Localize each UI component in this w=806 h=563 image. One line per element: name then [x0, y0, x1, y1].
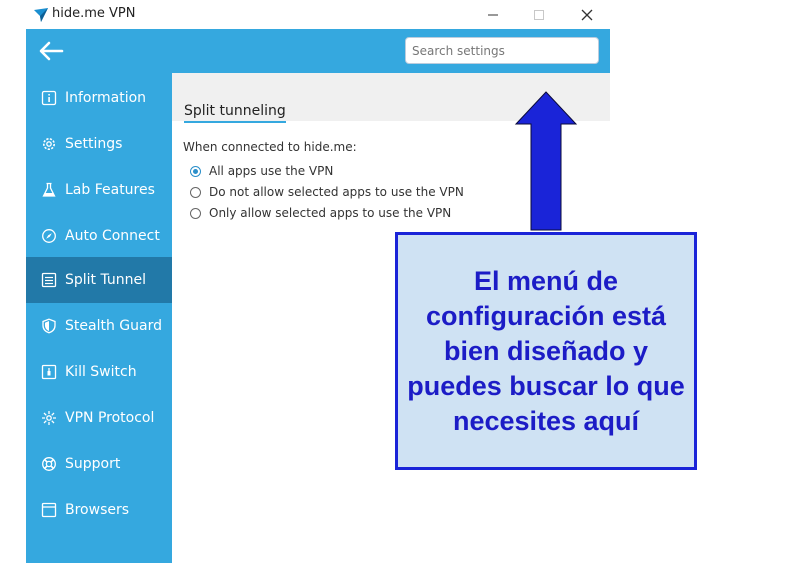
- back-arrow-icon[interactable]: [38, 39, 64, 63]
- sidebar-item-label: Browsers: [65, 502, 130, 518]
- hideme-logo-icon: [34, 8, 48, 22]
- close-icon: [581, 9, 593, 20]
- radio-option-all-apps[interactable]: All apps use the VPN: [190, 164, 333, 178]
- protocol-icon: [40, 409, 58, 427]
- maximize-button[interactable]: [516, 0, 562, 29]
- kill-switch-icon: [40, 363, 58, 381]
- gear-icon: [40, 135, 58, 153]
- shield-icon: [40, 317, 58, 335]
- sidebar-item-label: VPN Protocol: [65, 410, 155, 426]
- sidebar-item-stealth-guard[interactable]: Stealth Guard: [26, 303, 172, 349]
- sidebar-item-label: Support: [65, 456, 121, 472]
- sidebar-item-auto-connect[interactable]: Auto Connect: [26, 213, 172, 259]
- sidebar-item-label: Information: [65, 90, 147, 106]
- sidebar-item-browsers[interactable]: Browsers: [26, 487, 172, 533]
- section-title: Split tunneling: [184, 103, 286, 123]
- sidebar-item-kill-switch[interactable]: Kill Switch: [26, 349, 172, 395]
- radio-button[interactable]: [190, 207, 201, 219]
- maximize-icon: [534, 9, 544, 20]
- radio-label: Do not allow selected apps to use the VP…: [209, 185, 464, 199]
- radio-button[interactable]: [190, 186, 201, 198]
- sidebar-item-information[interactable]: Information: [26, 75, 172, 121]
- annotation-text: El menú de configuración está bien diseñ…: [407, 265, 685, 436]
- split-tunnel-icon: [40, 271, 58, 289]
- sidebar-item-label: Auto Connect: [65, 228, 160, 244]
- radio-label: All apps use the VPN: [209, 164, 334, 178]
- sidebar-item-lab-features[interactable]: Lab Features: [26, 167, 172, 213]
- window-title: hide.me VPN: [52, 6, 136, 21]
- header-bar: [26, 29, 610, 73]
- annotation-callout: El menú de configuración está bien diseñ…: [395, 232, 697, 470]
- minimize-button[interactable]: [470, 0, 516, 29]
- sidebar-item-label: Split Tunnel: [65, 272, 147, 288]
- lifebuoy-icon: [40, 455, 58, 473]
- connected-label: When connected to hide.me:: [183, 140, 357, 154]
- compass-icon: [40, 227, 58, 245]
- sidebar-item-settings[interactable]: Settings: [26, 121, 172, 167]
- radio-option-only-apps[interactable]: Only allow selected apps to use the VPN: [190, 206, 451, 220]
- close-button[interactable]: [564, 0, 610, 29]
- flask-icon: [40, 181, 58, 199]
- search-input[interactable]: [405, 37, 599, 64]
- sidebar-item-label: Stealth Guard: [65, 318, 162, 334]
- minimize-icon: [488, 14, 498, 15]
- browser-icon: [40, 501, 58, 519]
- sidebar-item-vpn-protocol[interactable]: VPN Protocol: [26, 395, 172, 441]
- sidebar-item-label: Kill Switch: [65, 364, 137, 380]
- sidebar-item-label: Lab Features: [65, 182, 155, 198]
- sidebar-item-split-tunnel[interactable]: Split Tunnel: [26, 257, 172, 303]
- info-icon: [40, 89, 58, 107]
- radio-button[interactable]: [190, 165, 201, 177]
- sidebar-item-label: Settings: [65, 136, 123, 152]
- sidebar-item-support[interactable]: Support: [26, 441, 172, 487]
- radio-label: Only allow selected apps to use the VPN: [209, 206, 452, 220]
- annotation-arrow: [514, 91, 578, 231]
- radio-option-exclude-apps[interactable]: Do not allow selected apps to use the VP…: [190, 185, 464, 199]
- title-bar: hide.me VPN: [26, 0, 610, 29]
- sidebar: Information Settings Lab Features Auto C…: [26, 73, 172, 563]
